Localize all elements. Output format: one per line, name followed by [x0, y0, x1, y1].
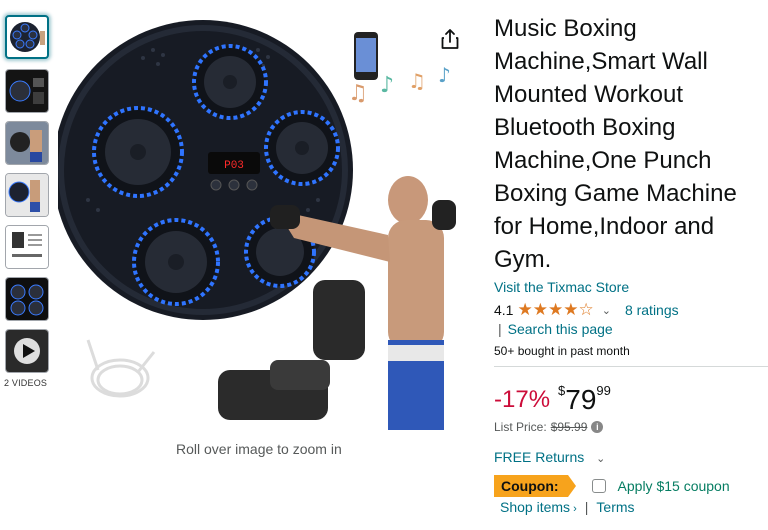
star-icon: ★ — [532, 300, 548, 319]
shop-items-link[interactable]: Shop items — [500, 499, 570, 515]
videos-label: 2 VIDEOS — [4, 378, 48, 388]
star-icon: ☆ — [578, 300, 594, 319]
cable-image — [86, 339, 156, 398]
thumbnail-video[interactable] — [5, 329, 49, 373]
coupon-row: Coupon: Apply $15 coupon — [494, 475, 730, 497]
free-returns[interactable]: FREE Returns ⌄ — [494, 449, 605, 465]
store-link[interactable]: Visit the Tixmac Store — [494, 279, 629, 295]
star-icon: ★ — [547, 300, 564, 319]
list-price-label: List Price: — [494, 420, 547, 434]
product-title: Music Boxing Machine,Smart Wall Mounted … — [494, 15, 737, 273]
list-price-value: $95.99 — [550, 420, 588, 434]
shop-links: Shop items › | Terms — [500, 499, 635, 515]
thumbnail-6[interactable] — [5, 277, 49, 321]
discount-percent: -17% — [494, 386, 551, 413]
price-fraction: 99 — [596, 383, 611, 398]
search-page-row: | Search this page — [498, 321, 613, 337]
thumbnail-2[interactable] — [5, 69, 49, 113]
svg-text:♪: ♪ — [438, 63, 451, 87]
svg-text:P03: P03 — [224, 160, 244, 172]
price-whole: 79 — [565, 384, 597, 415]
info-icon[interactable]: i — [591, 421, 604, 433]
separator: | — [584, 499, 589, 515]
pad-bottom-left — [132, 218, 220, 306]
rating-row: 4.1 ★ ★ ★ ★ ☆ ⌄ 8 ratings — [494, 300, 679, 320]
coupon-checkbox[interactable] — [591, 479, 606, 493]
pad-top — [192, 44, 268, 120]
svg-text:♫: ♫ — [348, 81, 368, 106]
star-icon: ★ — [517, 300, 533, 319]
zoom-hint: Roll over image to zoom in — [176, 441, 342, 457]
divider — [494, 366, 768, 367]
chevron-down-icon[interactable]: ⌄ — [602, 304, 611, 317]
rating-value: 4.1 — [494, 302, 514, 318]
thumbnail-3[interactable] — [5, 121, 49, 165]
thumbnail-1[interactable] — [5, 15, 49, 59]
coupon-text[interactable]: Apply $15 coupon — [618, 478, 730, 494]
chevron-right-icon: › — [570, 503, 577, 515]
pad-left — [92, 106, 184, 198]
product-hero-image[interactable]: P03 ♫ ♪ ♫ ♪ — [53, 0, 478, 440]
star-icon: ★ — [563, 300, 579, 319]
ratings-count-link[interactable]: 8 ratings — [625, 302, 679, 318]
thumbnail-4[interactable] — [5, 173, 49, 217]
terms-link[interactable]: Terms — [596, 499, 634, 515]
price-currency: $ — [558, 383, 566, 398]
bought-count: 50+ bought in past month — [494, 344, 630, 358]
price-row: -17% $ 79 99 — [494, 380, 611, 420]
svg-text:♫: ♫ — [408, 69, 426, 93]
coupon-tag: Coupon: — [494, 475, 576, 497]
separator: | — [498, 321, 502, 337]
svg-text:♪: ♪ — [380, 73, 394, 98]
share-icon[interactable] — [438, 27, 462, 51]
pad-right — [264, 110, 340, 186]
chevron-down-icon[interactable]: ⌄ — [596, 453, 605, 465]
free-returns-label[interactable]: FREE Returns — [494, 449, 584, 465]
star-rating[interactable]: ★ ★ ★ ★ ☆ — [517, 300, 593, 320]
thumbnail-5[interactable] — [5, 225, 49, 269]
list-price: List Price: $95.99 i — [494, 420, 604, 434]
search-page-link[interactable]: Search this page — [508, 321, 613, 337]
